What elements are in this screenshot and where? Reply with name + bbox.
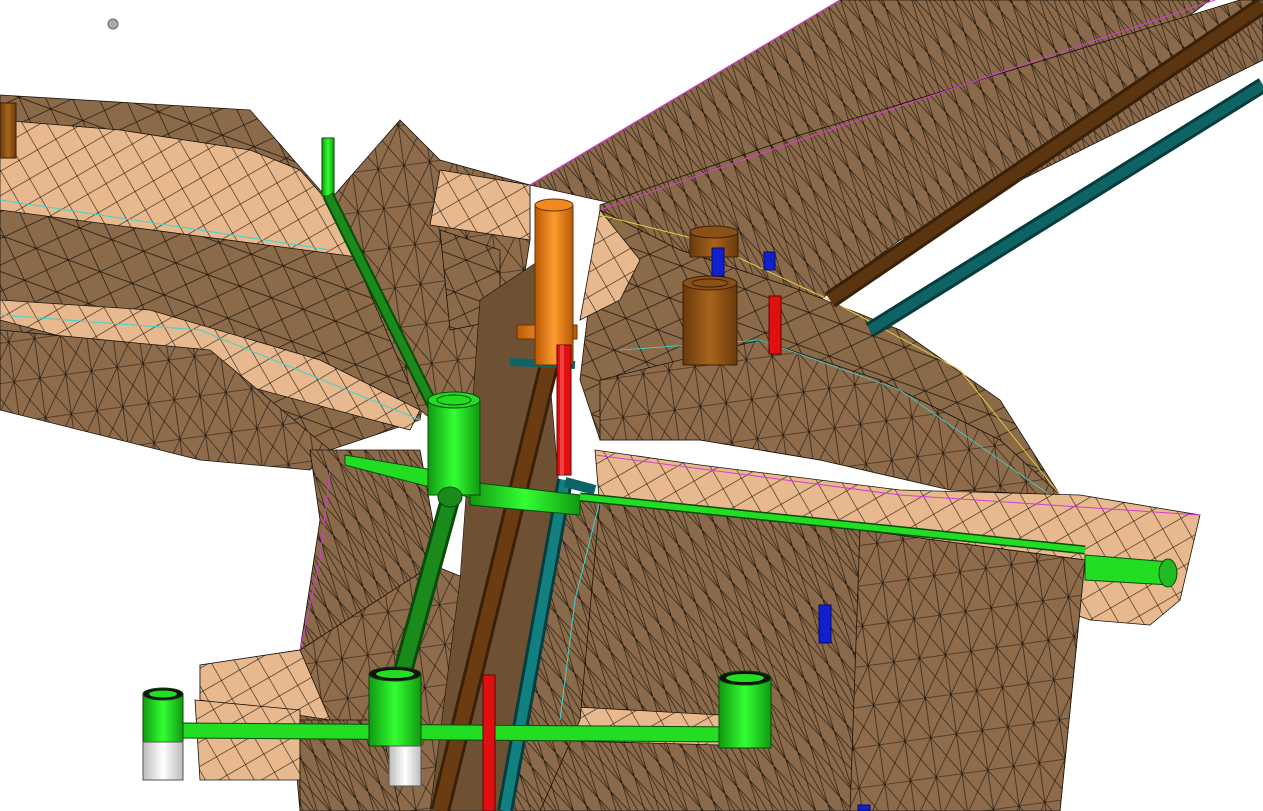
manhole-brown-front[interactable] bbox=[682, 275, 738, 366]
riser-comm-blue-3[interactable] bbox=[818, 604, 832, 644]
manhole-green-left[interactable] bbox=[142, 687, 184, 781]
riser-electric-red-center[interactable] bbox=[556, 344, 572, 476]
riser-electric-red-right[interactable] bbox=[768, 295, 782, 355]
riser-comm-blue-1[interactable] bbox=[711, 247, 725, 277]
viewport-3d[interactable] bbox=[0, 0, 1263, 811]
riser-comm-blue-2[interactable] bbox=[763, 251, 776, 271]
riser-electric-red-lower[interactable] bbox=[482, 674, 496, 811]
manhole-green-center[interactable] bbox=[427, 391, 481, 508]
riser-comm-blue-4[interactable] bbox=[857, 804, 871, 811]
scene-canvas[interactable] bbox=[0, 0, 1263, 811]
origin-marker-icon bbox=[107, 18, 119, 30]
manhole-brown-left-edge[interactable] bbox=[0, 102, 17, 159]
manhole-green-right[interactable] bbox=[718, 670, 772, 749]
